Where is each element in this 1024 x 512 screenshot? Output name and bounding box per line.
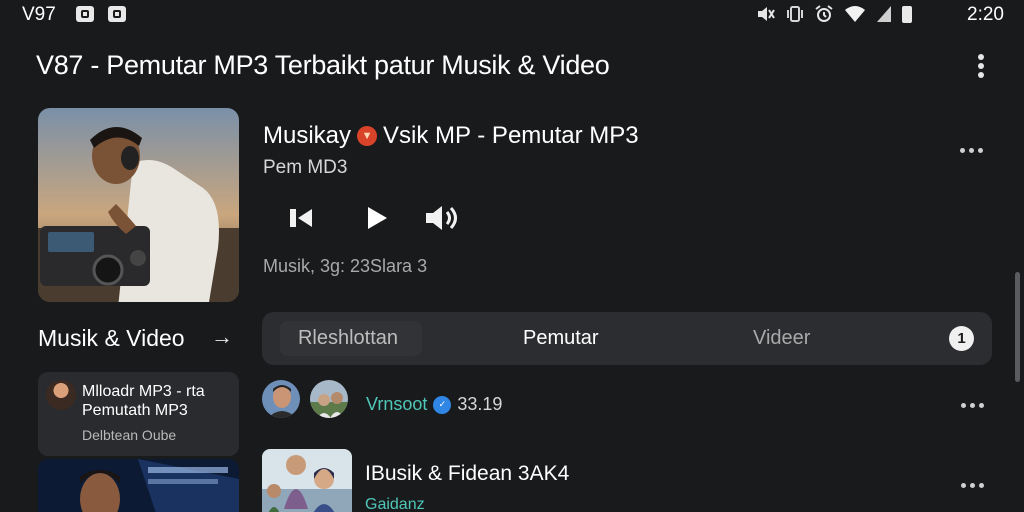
list-item[interactable]: Vrnsoot ✓ 33.19 xyxy=(366,394,502,415)
album-art-image xyxy=(38,108,239,302)
now-playing-artist: Musikay xyxy=(263,122,352,149)
side-thumbnail-image xyxy=(38,459,239,512)
wifi-icon xyxy=(845,6,865,22)
arrow-right-icon[interactable]: → xyxy=(211,324,233,350)
count-badge[interactable]: 1 xyxy=(949,326,974,351)
play-icon xyxy=(368,207,387,229)
now-playing-more-icon[interactable] xyxy=(960,148,988,156)
side-card-subtitle: Delbtean Oube xyxy=(82,427,177,443)
row-thumbnail[interactable] xyxy=(262,449,352,512)
previous-icon xyxy=(290,209,312,227)
avatar-group[interactable] xyxy=(260,378,360,422)
row-more-icon[interactable] xyxy=(961,403,989,411)
tab-label: Rleshlottan xyxy=(297,327,399,349)
page-title: V87 - Pemutar MP3 Terbaikt patur Musik &… xyxy=(36,50,610,80)
status-icons xyxy=(756,5,912,23)
signal-icon xyxy=(877,6,891,22)
row-subtitle: Gaidanz xyxy=(365,496,425,512)
row-more-icon[interactable] xyxy=(961,483,989,491)
section-title: Musik & Video xyxy=(38,325,185,351)
side-card-title: Mlloadr MP3 - rta Pemutath MP3 xyxy=(82,383,205,419)
album-art[interactable] xyxy=(38,108,239,302)
avatar xyxy=(308,378,350,420)
item-count: 33.19 xyxy=(457,394,503,414)
now-playing-meta: Musik, 3g: 23Slara 3 xyxy=(263,256,428,276)
now-playing-subtitle: Pem MD3 xyxy=(263,157,348,178)
message-icon xyxy=(108,6,126,22)
volume-icon xyxy=(426,206,457,230)
side-card[interactable]: Mlloadr MP3 - rta Pemutath MP3 Delbtean … xyxy=(38,372,239,456)
avatar xyxy=(46,380,76,410)
side-thumbnail[interactable] xyxy=(38,459,239,512)
avatar xyxy=(260,378,302,420)
tab-label: Videer xyxy=(753,327,811,349)
vibrate-icon xyxy=(787,6,803,22)
battery-icon xyxy=(902,5,912,23)
app-badge-icon: ▼ xyxy=(357,126,378,146)
scrollbar[interactable] xyxy=(1015,272,1020,382)
previous-button[interactable] xyxy=(281,198,321,238)
row-thumbnail-image xyxy=(262,449,352,512)
volume-button[interactable] xyxy=(423,198,463,238)
mute-icon xyxy=(758,7,775,21)
now-playing-title: Musikay ▼ Vsik MP - Pemutar MP3 xyxy=(263,122,639,150)
alarm-icon xyxy=(815,5,833,22)
status-bar: V97 2:20 xyxy=(0,0,1024,30)
tab-bar: Rleshlottan Pemutar Videer 1 xyxy=(262,312,992,365)
tab-pemutar[interactable]: Pemutar xyxy=(523,312,599,365)
channel-name: Vrnsoot xyxy=(366,394,428,414)
verified-icon: ✓ xyxy=(433,395,452,414)
tab-rleshlottan[interactable]: Rleshlottan xyxy=(272,312,424,365)
tab-videer[interactable]: Videer xyxy=(753,312,810,365)
play-button[interactable] xyxy=(356,198,396,238)
more-vertical-icon[interactable] xyxy=(974,52,988,80)
carrier-label: V97 xyxy=(22,4,56,25)
tab-label: Pemutar xyxy=(523,327,599,349)
row-title: IBusik & Fidean 3AK4 xyxy=(365,462,570,485)
notification-icon xyxy=(76,6,94,22)
clock: 2:20 xyxy=(967,4,1004,25)
now-playing-track: Vsik MP - Pemutar MP3 xyxy=(383,122,639,149)
